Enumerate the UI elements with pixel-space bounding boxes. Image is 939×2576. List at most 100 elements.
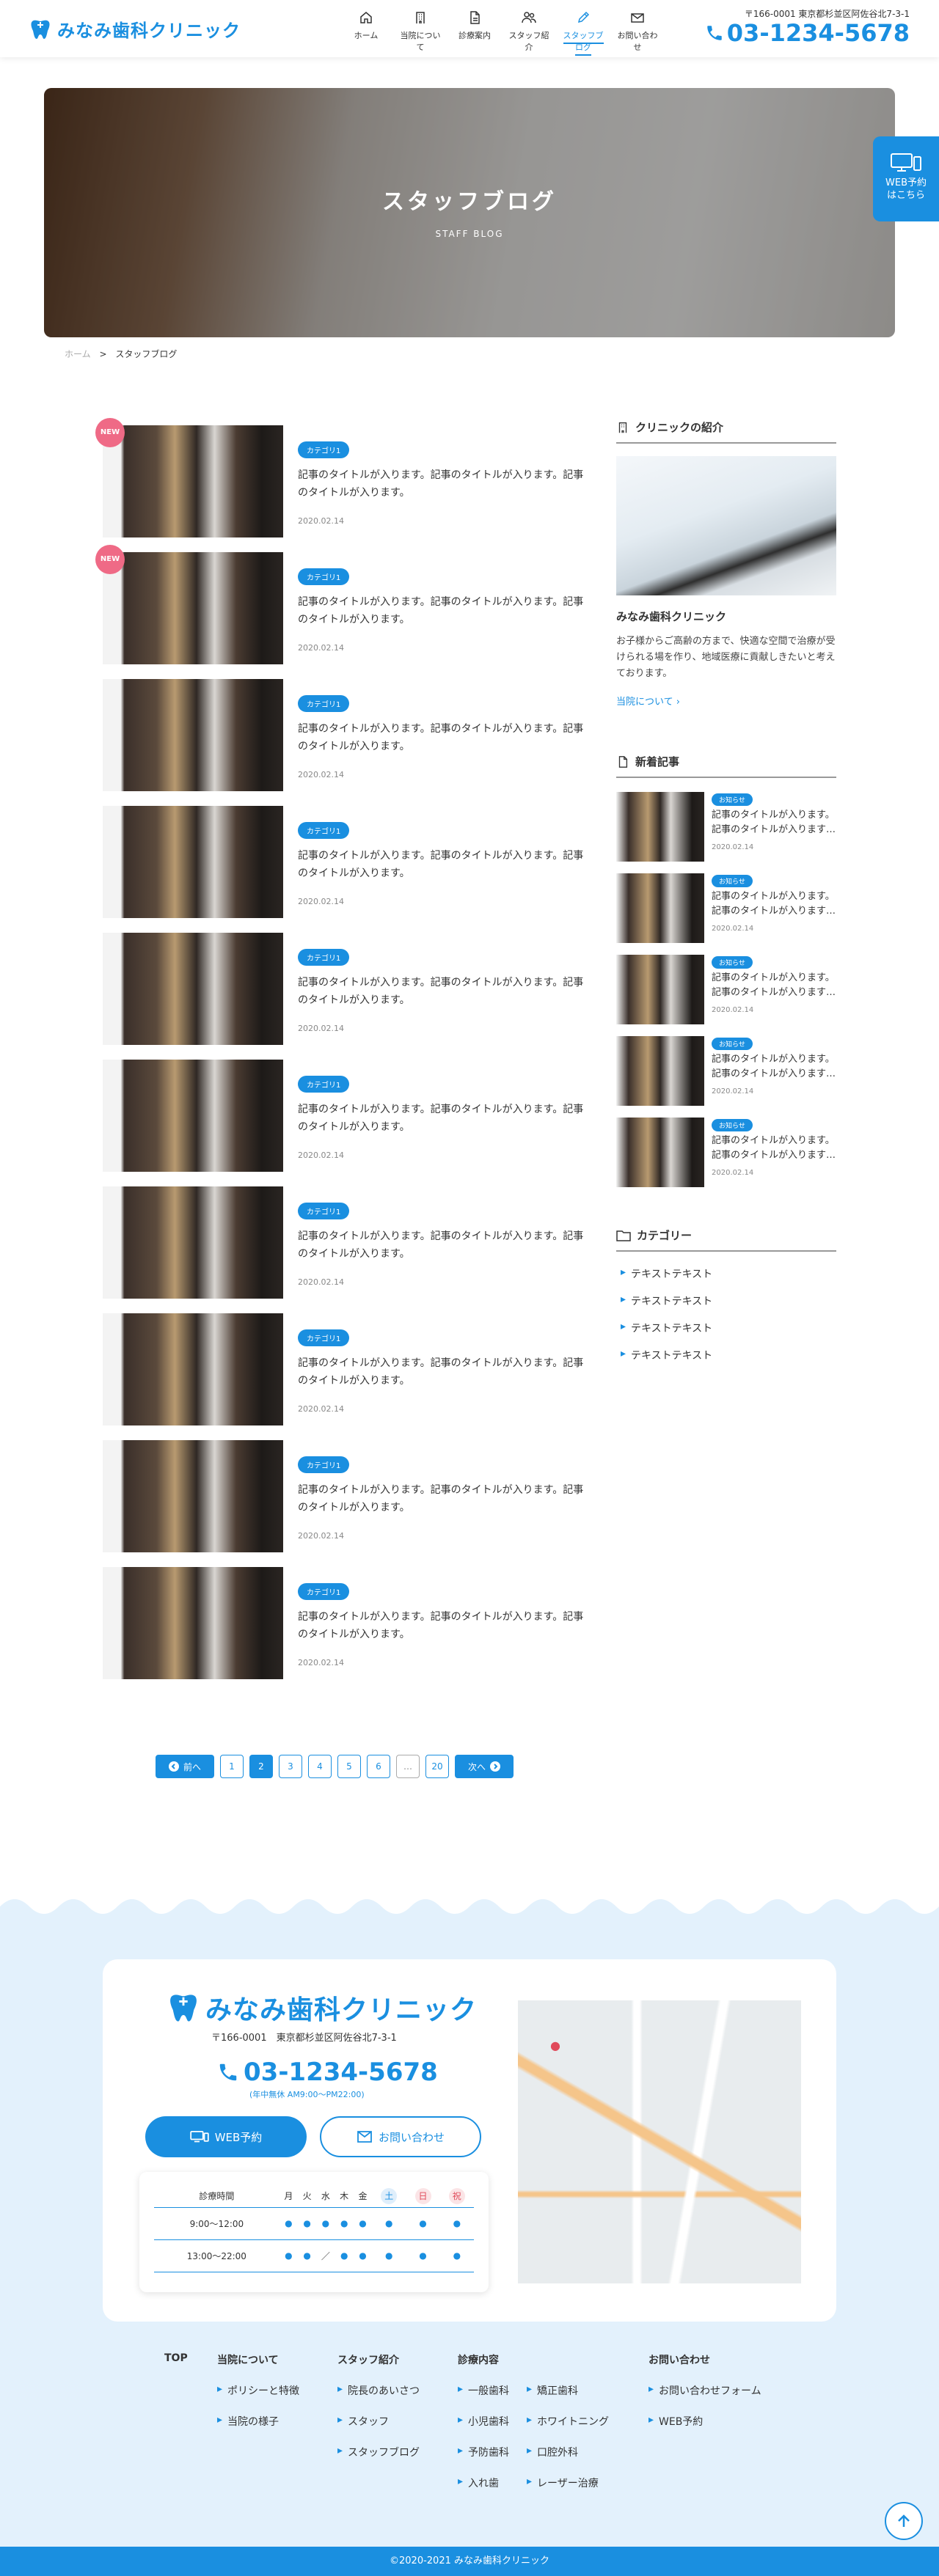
breadcrumb-home[interactable]: ホーム (65, 349, 91, 359)
schedule-cell: ● (298, 2239, 317, 2272)
post-thumbnail (103, 933, 283, 1045)
heading-text: クリニックの紹介 (635, 421, 724, 434)
footer-link[interactable]: WEB予約 (648, 2414, 703, 2429)
folder-icon (616, 1230, 631, 1241)
category-link[interactable]: テキストテキスト (621, 1321, 712, 1335)
day-holiday: 祝 (448, 2187, 465, 2204)
schedule-cell: ● (353, 2239, 373, 2272)
tooth-icon (170, 1995, 197, 2022)
day-mon: 月 (279, 2185, 299, 2208)
footer-link[interactable]: ホワイトニング (527, 2414, 609, 2429)
page-link[interactable]: 5 (337, 1755, 361, 1778)
page-link[interactable]: 4 (308, 1755, 332, 1778)
news-item[interactable]: お知らせ 記事のタイトルが入ります。記事のタイトルが入ります… 2020.02.… (616, 873, 836, 943)
news-category: お知らせ (712, 793, 753, 806)
blog-post[interactable]: カテゴリ1 記事のタイトルが入ります。記事のタイトルが入ります。記事のタイトルが… (103, 1060, 583, 1172)
news-item[interactable]: お知らせ 記事のタイトルが入ります。記事のタイトルが入ります… 2020.02.… (616, 1118, 836, 1187)
news-title: 記事のタイトルが入ります。記事のタイトルが入ります… (712, 891, 836, 917)
schedule-row: 13:00〜22:00 ● ● ／ ● ● ● ● ● (154, 2239, 474, 2272)
about-link[interactable]: 当院について › (616, 694, 680, 708)
nav-treatment[interactable]: 診療案内 (451, 10, 498, 53)
footer-link[interactable]: 当院の様子 (217, 2414, 279, 2429)
footer-link[interactable]: 院長のあいさつ (337, 2383, 420, 2398)
footer-link[interactable]: お問い合わせフォーム (648, 2383, 761, 2398)
blog-post[interactable]: カテゴリ1 記事のタイトルが入ります。記事のタイトルが入ります。記事のタイトルが… (103, 679, 583, 791)
post-title: 記事のタイトルが入ります。記事のタイトルが入ります。記事のタイトルが入ります。 (298, 1611, 584, 1640)
footer-phone[interactable]: 03-1234-5678 (217, 2058, 438, 2087)
footer-link[interactable]: 口腔外科 (527, 2445, 578, 2459)
blog-post[interactable]: カテゴリ1 記事のタイトルが入ります。記事のタイトルが入ります。記事のタイトルが… (103, 806, 583, 918)
post-category: カテゴリ1 (298, 1456, 350, 1473)
category-link[interactable]: テキストテキスト (621, 1293, 712, 1308)
page-link-current[interactable]: 2 (249, 1755, 273, 1778)
post-date: 2020.02.14 (298, 897, 344, 906)
header-phone[interactable]: 03-1234-5678 (705, 19, 910, 47)
blog-post[interactable]: NEW カテゴリ1 記事のタイトルが入ります。記事のタイトルが入ります。記事のタ… (95, 418, 583, 537)
page-link[interactable]: 6 (367, 1755, 390, 1778)
site-logo[interactable]: みなみ歯科クリニック (29, 16, 241, 42)
clinic-name: みなみ歯科クリニック (616, 610, 727, 623)
footer-link[interactable]: 一般歯科 (458, 2383, 509, 2398)
back-to-top-button[interactable] (885, 2502, 923, 2540)
web-reservation-line2: はこちら (886, 190, 925, 201)
footer-nav-top[interactable]: TOP (164, 2352, 188, 2364)
blog-post[interactable]: カテゴリ1 記事のタイトルが入ります。記事のタイトルが入ります。記事のタイトルが… (103, 1186, 583, 1299)
web-reservation-button[interactable]: WEB予約 はこちら (873, 136, 939, 221)
arrow-up-icon (898, 2514, 910, 2527)
nav-staff[interactable]: スタッフ紹介 (505, 10, 552, 53)
post-category: カテゴリ1 (298, 568, 350, 585)
footer-link[interactable]: レーザー治療 (527, 2476, 599, 2490)
footer-link[interactable]: 予防歯科 (458, 2445, 509, 2459)
nav-label: 当院について (400, 31, 441, 52)
news-title: 記事のタイトルが入ります。記事のタイトルが入ります… (712, 1054, 836, 1079)
category-link[interactable]: テキストテキスト (621, 1266, 712, 1281)
schedule-time: 13:00〜22:00 (154, 2239, 279, 2272)
page-link[interactable]: 1 (220, 1755, 244, 1778)
page-link[interactable]: 3 (279, 1755, 302, 1778)
post-title: 記事のタイトルが入ります。記事のタイトルが入ります。記事のタイトルが入ります。 (298, 723, 584, 752)
footer-web-reservation-button[interactable]: WEB予約 (145, 2116, 307, 2157)
post-thumbnail (103, 1313, 283, 1425)
nav-home[interactable]: ホーム (343, 10, 390, 53)
news-thumbnail (616, 792, 704, 862)
footer-link[interactable]: 矯正歯科 (527, 2383, 578, 2398)
footer-logo-text: みなみ歯科クリニック (205, 1995, 478, 2025)
document-icon (470, 11, 480, 24)
news-category: お知らせ (712, 1038, 753, 1050)
footer-nav-contact-title: お問い合わせ (648, 2355, 710, 2366)
news-date: 2020.02.14 (712, 1006, 754, 1014)
footer-link[interactable]: 入れ歯 (458, 2476, 499, 2490)
post-date: 2020.02.14 (298, 770, 344, 779)
mail-icon (631, 13, 644, 23)
category-link[interactable]: テキストテキスト (621, 1348, 712, 1362)
news-date: 2020.02.14 (712, 925, 754, 933)
footer-link[interactable]: 小児歯科 (458, 2414, 509, 2429)
schedule-header-time: 診療時間 (154, 2185, 279, 2208)
blog-post[interactable]: カテゴリ1 記事のタイトルが入ります。記事のタイトルが入ります。記事のタイトルが… (103, 1567, 583, 1679)
blog-post[interactable]: カテゴリ1 記事のタイトルが入ります。記事のタイトルが入ります。記事のタイトルが… (103, 933, 583, 1045)
day-holiday-cell: 祝 (439, 2185, 474, 2208)
nav-contact[interactable]: お問い合わせ (614, 10, 661, 53)
post-date: 2020.02.14 (298, 1151, 344, 1160)
news-thumbnail (616, 1036, 704, 1106)
footer-link[interactable]: ポリシーと特徴 (217, 2383, 299, 2398)
blog-post[interactable]: カテゴリ1 記事のタイトルが入ります。記事のタイトルが入ります。記事のタイトルが… (103, 1440, 583, 1552)
page-link[interactable]: 20 (425, 1755, 449, 1778)
footer-link[interactable]: スタッフ (337, 2414, 389, 2429)
next-page-button[interactable]: 次へ (455, 1755, 514, 1778)
blog-post[interactable]: カテゴリ1 記事のタイトルが入ります。記事のタイトルが入ります。記事のタイトルが… (103, 1313, 583, 1425)
blog-post[interactable]: NEW カテゴリ1 記事のタイトルが入ります。記事のタイトルが入ります。記事のタ… (95, 545, 583, 664)
news-item[interactable]: お知らせ 記事のタイトルが入ります。記事のタイトルが入ります… 2020.02.… (616, 955, 836, 1024)
footer-contact-button[interactable]: お問い合わせ (320, 2116, 481, 2157)
day-fri: 金 (353, 2185, 373, 2208)
news-item[interactable]: お知らせ 記事のタイトルが入ります。記事のタイトルが入ります… 2020.02.… (616, 792, 836, 862)
nav-label: スタッフ紹介 (508, 31, 549, 52)
nav-about[interactable]: 当院について (397, 10, 444, 53)
schedule-cell: ● (372, 2207, 406, 2240)
prev-page-button[interactable]: 前へ (156, 1755, 214, 1778)
footer-link[interactable]: スタッフブログ (337, 2445, 420, 2459)
news-item[interactable]: お知らせ 記事のタイトルが入ります。記事のタイトルが入ります… 2020.02.… (616, 1036, 836, 1106)
nav-blog[interactable]: スタッフブログ (560, 10, 607, 56)
breadcrumb: ホーム > スタッフブログ (65, 348, 177, 360)
post-date: 2020.02.14 (298, 1658, 344, 1667)
